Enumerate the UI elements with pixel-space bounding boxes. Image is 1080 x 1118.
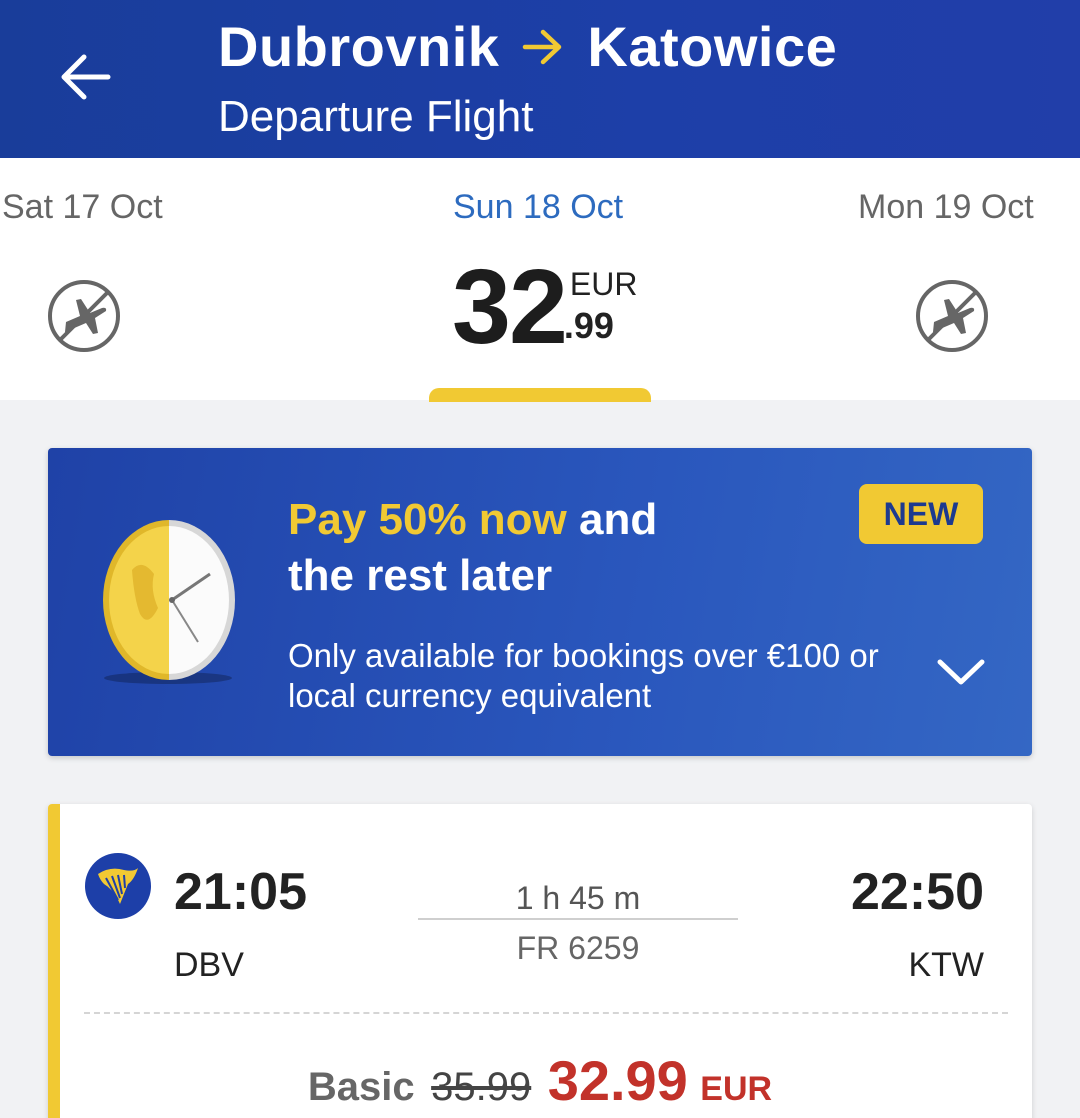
route-arrow-icon (521, 27, 565, 67)
promo-title-part1: and (566, 495, 658, 544)
date-item-mon-19-oct[interactable]: Mon 19 Oct (840, 158, 1080, 400)
date-item-sat-17-oct[interactable]: Sat 17 Oct (0, 158, 240, 400)
flight-duration: 1 h 45 m (515, 880, 641, 916)
fare-type-label: Basic (307, 1065, 415, 1109)
fare-price-row[interactable]: Basic 35.99 32.99 EUR (48, 1048, 1032, 1113)
lowest-fare-price: 32 EUR .99 (452, 254, 637, 360)
airline-harp-logo-icon (85, 853, 151, 919)
new-badge: NEW (859, 484, 983, 544)
back-button[interactable] (50, 42, 120, 112)
flight-card[interactable]: 21:05 DBV 1 h 45 m FR 6259 22:50 KTW Bas… (48, 804, 1032, 1118)
chevron-down-icon[interactable] (934, 654, 988, 690)
date-label: Mon 19 Oct (858, 188, 1034, 226)
duration-line (418, 918, 738, 920)
destination-city: Katowice (587, 15, 838, 78)
date-label: Sat 17 Oct (2, 188, 163, 226)
selected-date-indicator (429, 388, 651, 402)
route-title: Dubrovnik Katowice (218, 14, 837, 79)
origin-city: Dubrovnik (218, 15, 500, 78)
price-currency: EUR (569, 266, 638, 302)
top-app-bar: Dubrovnik Katowice Departure Flight (0, 0, 1080, 158)
back-arrow-icon (61, 54, 111, 100)
departure-time: 21:05 (174, 863, 307, 921)
no-flights-icon (48, 280, 120, 352)
page-subtitle: Departure Flight (218, 92, 534, 141)
promo-title-part2: the rest later (288, 551, 553, 600)
promo-title-highlight: Pay 50% now (288, 495, 567, 544)
departure-airport-code: DBV (174, 946, 244, 984)
arrival-time: 22:50 (851, 863, 984, 921)
pay-later-promo-banner[interactable]: Pay 50% now and the rest later Only avai… (48, 448, 1032, 756)
arrival-airport-code: KTW (908, 946, 984, 984)
coin-clock-icon (103, 520, 235, 684)
price-integer: 32 (452, 248, 568, 366)
no-flights-icon (916, 280, 988, 352)
discounted-price: 32.99 (547, 1049, 688, 1112)
promo-description: Only available for bookings over €100 or… (288, 637, 879, 714)
fare-currency: EUR (700, 1070, 773, 1108)
flight-number: FR 6259 (516, 930, 640, 966)
dashed-divider (84, 1012, 1008, 1014)
date-label-selected: Sun 18 Oct (453, 188, 624, 226)
date-selector: Sat 17 Oct Sun 18 Oct 32 EUR .99 Mon 19 … (0, 158, 1080, 402)
price-decimals: .99 (563, 305, 614, 346)
original-price: 35.99 (431, 1065, 532, 1109)
promo-title: Pay 50% now and the rest later (288, 492, 828, 604)
